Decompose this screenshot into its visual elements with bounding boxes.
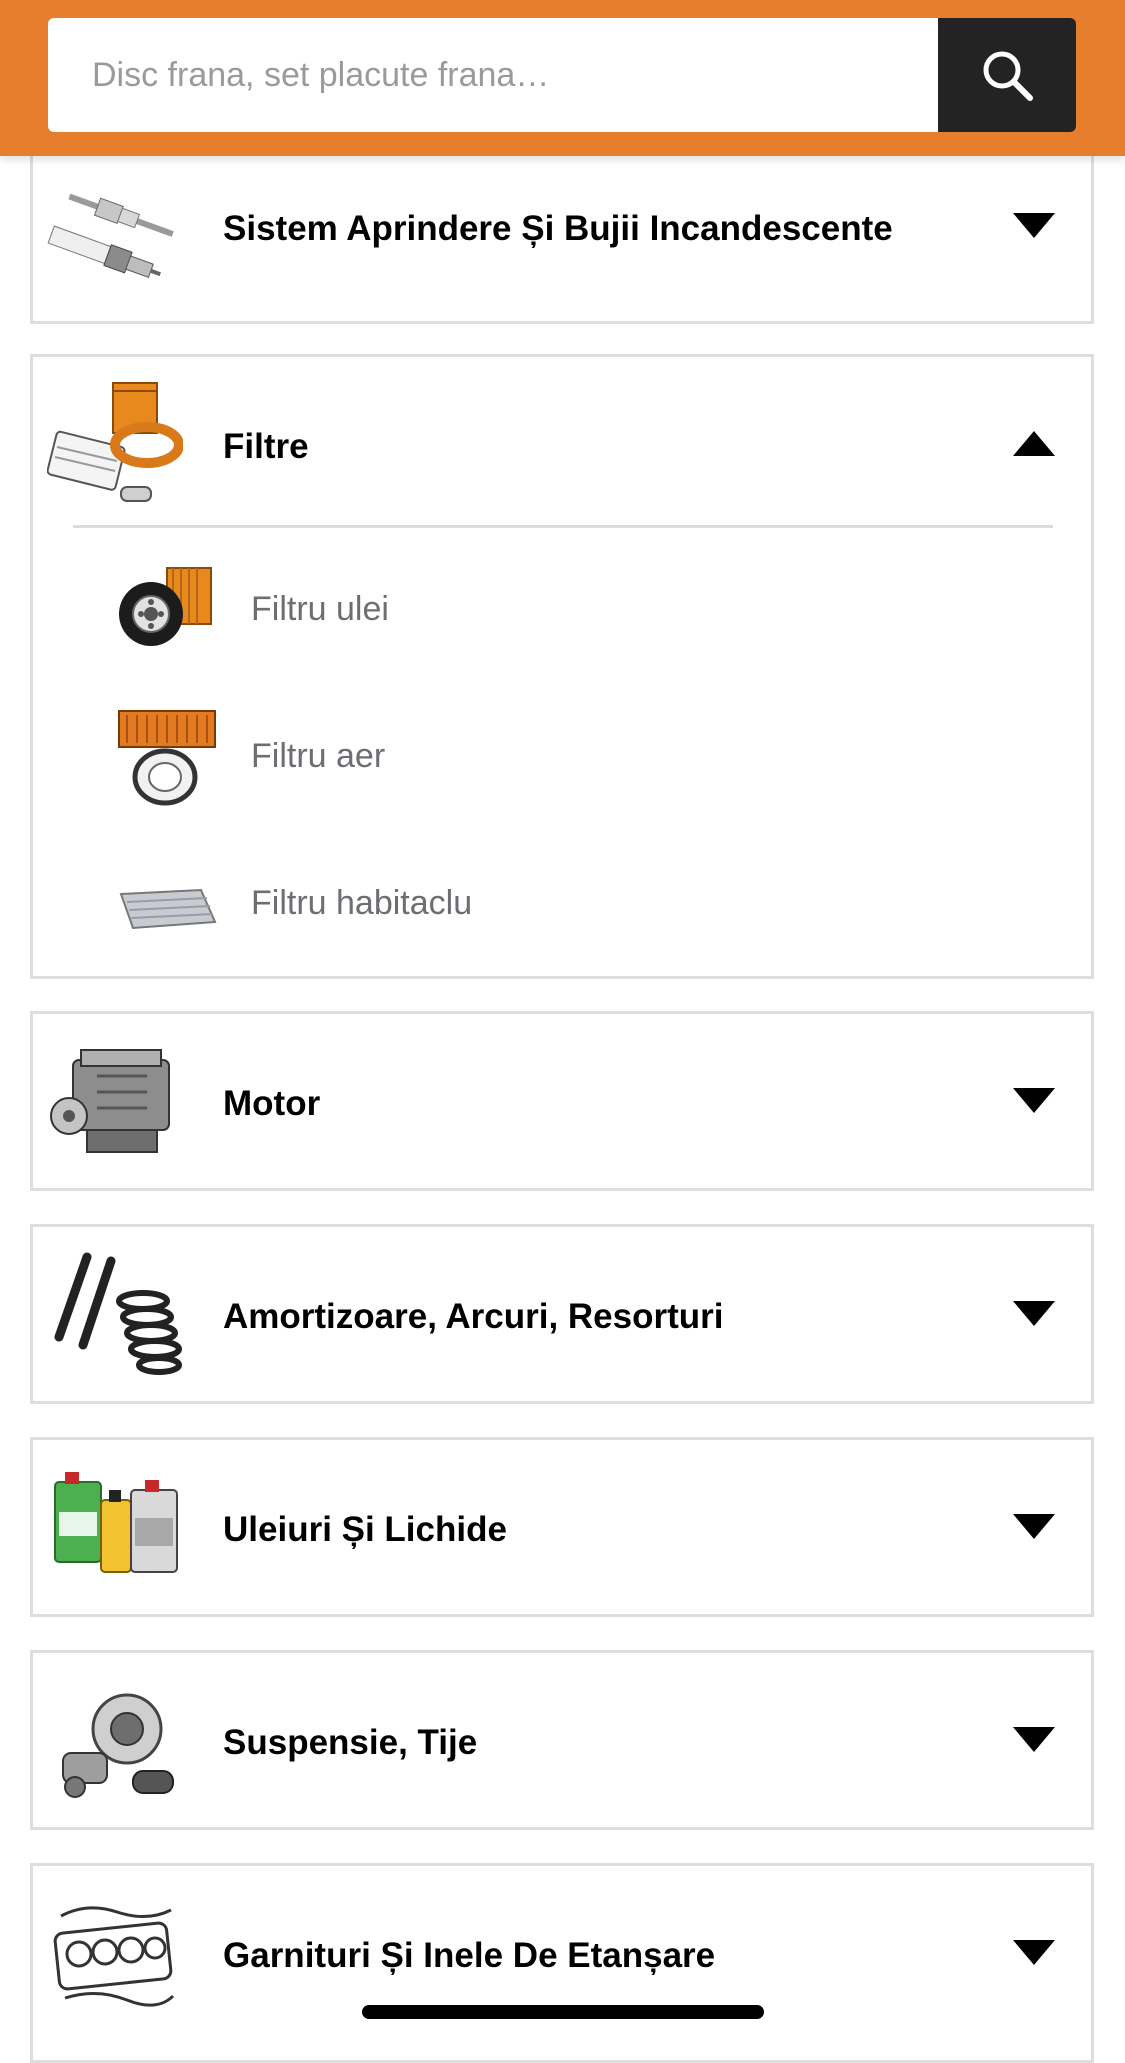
search-button[interactable] xyxy=(938,18,1076,132)
shock-absorber-spring-icon xyxy=(47,1249,183,1385)
category-card-gaskets: Garnituri Și Inele De Etanșare xyxy=(30,1863,1094,2063)
search-input[interactable] xyxy=(48,18,938,132)
oil-fluids-icon xyxy=(47,1462,183,1598)
home-indicator xyxy=(362,2005,764,2019)
chevron-down-icon xyxy=(1013,213,1055,238)
search-icon xyxy=(983,51,1033,101)
category-header-suspension[interactable]: Suspensie, Tije xyxy=(33,1653,1091,1833)
category-header-shock-absorbers[interactable]: Amortizoare, Arcuri, Resorturi xyxy=(33,1227,1091,1407)
category-header-ignition[interactable]: Sistem Aprindere Și Bujii Incandescente xyxy=(33,139,1091,319)
chevron-down-icon xyxy=(1013,1940,1055,1965)
subcategory-label: Filtru ulei xyxy=(251,590,389,628)
category-card-filters: Filtre Filtru ulei Filtru aer Filtru hab… xyxy=(30,354,1094,979)
divider xyxy=(73,525,1053,528)
chevron-down-icon xyxy=(1013,1301,1055,1326)
oil-filter-icon xyxy=(115,558,219,662)
spark-plug-glow-plug-icon xyxy=(47,161,183,297)
subcategory-label: Filtru habitaclu xyxy=(251,884,473,922)
category-title: Amortizoare, Arcuri, Resorturi xyxy=(223,1297,724,1336)
category-header-gaskets[interactable]: Garnituri Și Inele De Etanșare xyxy=(33,1866,1091,2046)
category-header-oils[interactable]: Uleiuri Și Lichide xyxy=(33,1440,1091,1620)
category-card-ignition: Sistem Aprindere Și Bujii Incandescente xyxy=(30,136,1094,324)
chevron-up-icon xyxy=(1013,431,1055,456)
category-title: Sistem Aprindere Și Bujii Incandescente xyxy=(223,209,893,248)
category-card-engine: Motor xyxy=(30,1011,1094,1191)
subcategory-item-cabin-filter[interactable]: Filtru habitaclu xyxy=(73,838,1053,968)
subcategory-label: Filtru aer xyxy=(251,737,386,775)
category-title: Suspensie, Tije xyxy=(223,1723,478,1762)
category-title: Motor xyxy=(223,1084,321,1123)
cabin-filter-icon xyxy=(115,852,219,956)
category-card-shock-absorbers: Amortizoare, Arcuri, Resorturi xyxy=(30,1224,1094,1404)
category-card-oils: Uleiuri Și Lichide xyxy=(30,1437,1094,1617)
gasket-icon xyxy=(47,1888,183,2024)
header-bar xyxy=(0,0,1125,156)
category-card-suspension: Suspensie, Tije xyxy=(30,1650,1094,1830)
category-header-filters[interactable]: Filtre xyxy=(33,357,1091,537)
category-header-engine[interactable]: Motor xyxy=(33,1014,1091,1194)
filters-icon xyxy=(46,379,184,515)
category-title: Filtre xyxy=(223,427,309,466)
subcategory-item-oil-filter[interactable]: Filtru ulei xyxy=(73,544,1053,674)
chevron-down-icon xyxy=(1013,1514,1055,1539)
chevron-down-icon xyxy=(1013,1088,1055,1113)
category-title: Garnituri Și Inele De Etanșare xyxy=(223,1936,716,1975)
suspension-icon xyxy=(47,1675,183,1811)
air-filter-icon xyxy=(115,705,219,809)
category-title: Uleiuri Și Lichide xyxy=(223,1510,507,1549)
engine-icon xyxy=(47,1036,183,1172)
chevron-down-icon xyxy=(1013,1727,1055,1752)
subcategory-item-air-filter[interactable]: Filtru aer xyxy=(73,691,1053,821)
